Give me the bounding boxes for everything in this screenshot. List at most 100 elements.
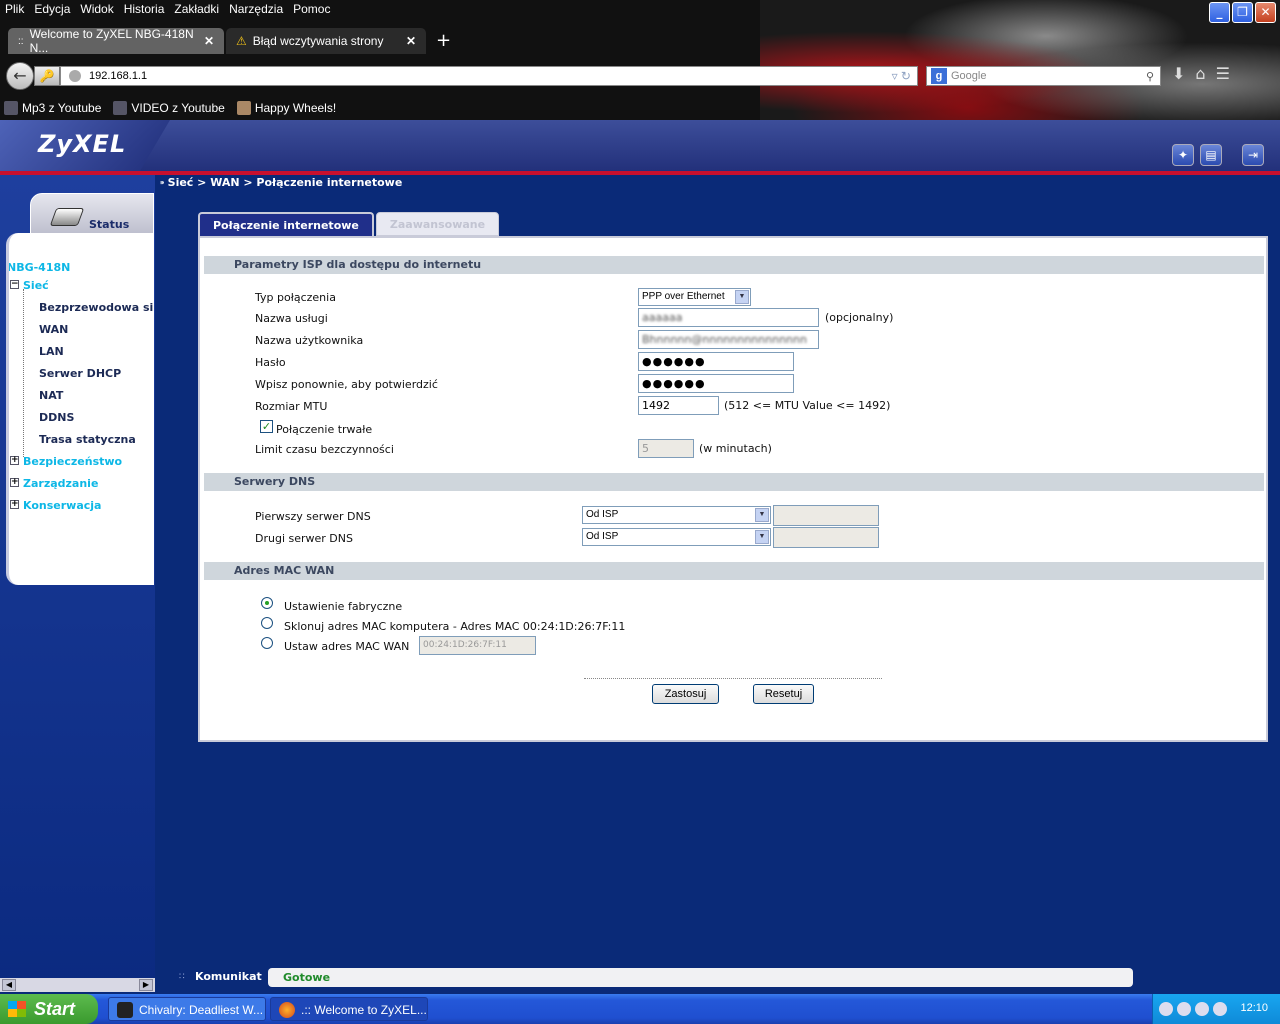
idle-timeout-note: (w minutach) — [699, 442, 772, 455]
expand-icon[interactable]: + — [10, 456, 19, 465]
nav-label: Trasa statyczna — [39, 433, 136, 446]
menu-edit[interactable]: Edycja — [29, 0, 75, 18]
wizard-icon[interactable]: ✦ — [1172, 144, 1194, 166]
nav-label: Konserwacja — [23, 499, 102, 512]
bookmark-mp3-youtube[interactable]: Mp3 z Youtube — [4, 101, 101, 115]
header-icons: ✦ ▤ ⇥ — [1172, 144, 1264, 166]
expand-icon[interactable]: + — [10, 478, 19, 487]
menu-tools[interactable]: Narzędzia — [224, 0, 288, 18]
minimize-button[interactable]: _ — [1209, 2, 1230, 23]
sidebar-item-static-route[interactable]: Trasa statyczna — [39, 433, 136, 446]
menu-icon[interactable]: ☰ — [1216, 64, 1230, 83]
breadcrumb: ⁍ Sieć > WAN > Połączenie internetowe — [160, 176, 402, 189]
scroll-right-icon[interactable]: ▶ — [139, 979, 153, 991]
taskbar-item-chivalry[interactable]: Chivalry: Deadliest W... — [108, 997, 266, 1021]
url-bar[interactable]: 192.168.1.1 ▿ ↻ — [60, 66, 918, 86]
section-mac-title: Adres MAC WAN — [204, 562, 1264, 580]
search-placeholder: Google — [951, 70, 987, 82]
menu-view[interactable]: Widok — [75, 0, 118, 18]
url-text: 192.168.1.1 — [89, 70, 148, 82]
mtu-input[interactable]: 1492 — [638, 396, 719, 415]
mac-clone-radio[interactable] — [261, 617, 273, 629]
back-button[interactable]: ← — [6, 62, 34, 90]
scroll-left-icon[interactable]: ◀ — [2, 979, 16, 991]
dns-first-address-input[interactable] — [773, 505, 879, 526]
network-icon[interactable] — [1177, 1002, 1191, 1016]
menu-bookmarks[interactable]: Zakładki — [169, 0, 224, 18]
collapse-icon[interactable]: − — [10, 280, 19, 289]
sidebar-item-maintenance[interactable]: + Konserwacja — [10, 499, 102, 512]
service-name-label: Nazwa usługi — [255, 312, 328, 325]
search-bar[interactable]: g Google ⚲ — [926, 66, 1161, 86]
service-name-input[interactable]: aaaaaa — [638, 308, 819, 327]
sidebar-item-lan[interactable]: LAN — [39, 345, 64, 358]
sidebar-item-nat[interactable]: NAT — [39, 389, 63, 402]
menu-file[interactable]: Plik — [0, 0, 29, 18]
router-icon — [49, 208, 85, 226]
sidebar-item-wan[interactable]: WAN — [39, 323, 68, 336]
mac-set-radio[interactable] — [261, 637, 273, 649]
mac-address-input[interactable]: 00:24:1D:26:7F:11 — [419, 636, 536, 655]
tab-internet-connection[interactable]: Połączenie internetowe — [198, 212, 374, 236]
close-tab-icon[interactable]: ✕ — [406, 34, 416, 48]
dns-second-address-input[interactable] — [773, 527, 879, 548]
sidebar-item-ddns[interactable]: DDNS — [39, 411, 74, 424]
restore-button[interactable]: ❐ — [1232, 2, 1253, 23]
browser-tab-error[interactable]: ⚠ Błąd wczytywania strony ✕ — [226, 28, 426, 54]
expand-icon[interactable]: + — [10, 500, 19, 509]
sidebar-horizontal-scrollbar[interactable]: ◀ ▶ — [0, 978, 155, 992]
apply-button[interactable]: Zastosuj — [652, 684, 719, 704]
taskbar-item-firefox[interactable]: .:: Welcome to ZyXEL... — [270, 997, 428, 1021]
idle-timeout-input[interactable]: 5 — [638, 439, 694, 458]
browser-tab-zyxel[interactable]: :: Welcome to ZyXEL NBG-418N N... ✕ — [8, 27, 224, 55]
message-value: Gotowe — [268, 968, 1133, 987]
sidebar-item-wireless[interactable]: Bezprzewodowa si — [39, 301, 153, 314]
mtu-note: (512 <= MTU Value <= 1492) — [724, 399, 891, 412]
content-tabs: Połączenie internetowe Zaawansowane — [198, 212, 500, 236]
sidebar-item-dhcp[interactable]: Serwer DHCP — [39, 367, 121, 380]
bookmark-happy-wheels[interactable]: Happy Wheels! — [236, 101, 336, 115]
site-identity-icon[interactable]: 🔑 — [34, 66, 60, 86]
globe-icon — [69, 70, 81, 82]
persistent-connection-checkbox[interactable]: ✓ — [260, 420, 273, 433]
sidebar-item-security[interactable]: + Bezpieczeństwo — [10, 455, 122, 468]
tree-connector — [23, 289, 24, 457]
logo-text: ZyXEL — [38, 130, 127, 158]
mac-factory-radio[interactable] — [261, 597, 273, 609]
service-name-note: (opcjonalny) — [825, 311, 894, 324]
download-icon[interactable]: ⬇ — [1172, 64, 1185, 83]
browser-chrome: Plik Edycja Widok Historia Zakładki Narz… — [0, 0, 1280, 120]
dns-second-select[interactable]: Od ISP ▼ — [582, 528, 771, 546]
volume-icon[interactable] — [1213, 1002, 1227, 1016]
dns-first-select[interactable]: Od ISP ▼ — [582, 506, 771, 524]
menu-history[interactable]: Historia — [119, 0, 170, 18]
mac-set-label: Ustaw adres MAC WAN — [284, 640, 410, 653]
reset-button[interactable]: Resetuj — [753, 684, 814, 704]
confirm-password-input[interactable]: ●●●●●● — [638, 374, 794, 393]
start-button[interactable]: Start — [0, 994, 98, 1024]
google-icon[interactable]: g — [931, 68, 947, 84]
logout-icon[interactable]: ⇥ — [1242, 144, 1264, 166]
username-input[interactable]: Bhnnnnn@nnnnnnnnnnnnnnn — [638, 330, 819, 349]
new-tab-button[interactable]: + — [436, 28, 451, 54]
close-window-button[interactable]: ✕ — [1255, 2, 1276, 23]
nav-label: LAN — [39, 345, 64, 358]
tray-app-icon[interactable] — [1195, 1002, 1209, 1016]
steam-icon[interactable] — [1159, 1002, 1173, 1016]
nav-label: Bezprzewodowa si — [39, 301, 154, 314]
sidebar-item-management[interactable]: + Zarządzanie — [10, 477, 99, 490]
tab-advanced[interactable]: Zaawansowane — [375, 212, 500, 236]
nav-label: Zarządzanie — [23, 477, 99, 490]
close-tab-icon[interactable]: ✕ — [204, 34, 214, 48]
bookmark-video-youtube[interactable]: VIDEO z Youtube — [113, 101, 225, 115]
search-icon[interactable]: ⚲ — [1146, 70, 1160, 83]
home-icon[interactable]: ⌂ — [1195, 64, 1205, 83]
help-icon[interactable]: ▤ — [1200, 144, 1222, 166]
game-icon — [236, 101, 251, 115]
sidebar-item-siec[interactable]: − Sieć — [10, 279, 49, 292]
reload-icon[interactable]: ▿ ↻ — [892, 69, 917, 83]
tab-title: Błąd wczytywania strony — [252, 34, 384, 48]
connection-type-select[interactable]: PPP over Ethernet ▼ — [638, 288, 751, 306]
password-input[interactable]: ●●●●●● — [638, 352, 794, 371]
menu-help[interactable]: Pomoc — [288, 0, 335, 18]
